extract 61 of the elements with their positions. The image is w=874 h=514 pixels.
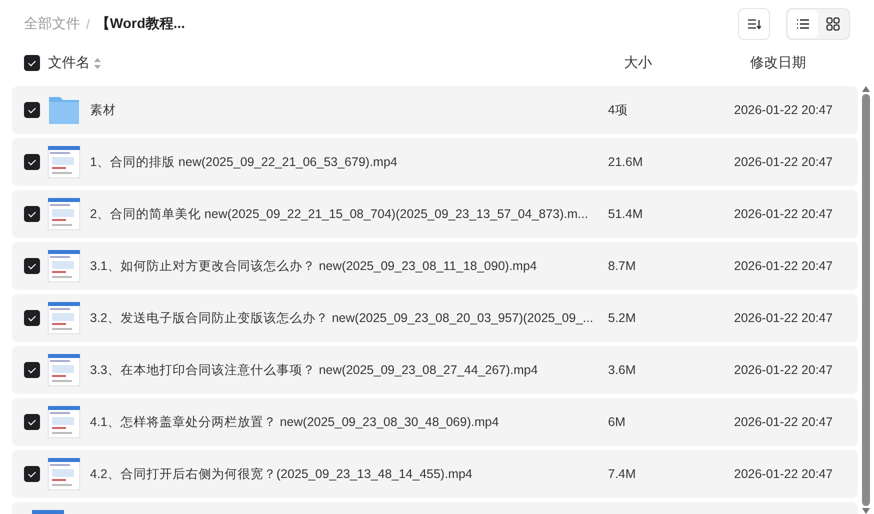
- file-name: 1、合同的排版 new(2025_09_22_21_06_53_679).mp4: [90, 154, 398, 170]
- file-name: 4.1、怎样将盖章处分两栏放置？ new(2025_09_23_08_30_48_069).mp4: [90, 414, 500, 430]
- row-checkbox[interactable]: [24, 362, 40, 378]
- row-checkbox[interactable]: [24, 258, 40, 274]
- row-checkbox[interactable]: [24, 154, 40, 170]
- modified-date: 2026-01-22 20:47: [734, 311, 834, 325]
- modified-date: 2026-01-22 20:47: [734, 103, 834, 117]
- file-row[interactable]: 3.1、如何防止对方更改合同该怎么办？ new(2025_09_23_08_11_18_090).mp4 8.7M 2026-01-22 20:47: [12, 242, 858, 290]
- folder-icon: [48, 95, 80, 125]
- modified-date: 2026-01-22 20:47: [734, 155, 834, 169]
- file-size: 3.6M: [608, 363, 637, 377]
- file-name: 3.3、在本地打印合同该注意什么事项？ new(2025_09_23_08_27_44_267).mp4: [90, 362, 539, 378]
- row-checkbox[interactable]: [24, 206, 40, 222]
- file-row[interactable]: 2、合同的简单美化 new(2025_09_22_21_15_08_704)(2025_09_23_13_57_04_873).m... 51.4M 2026-01-22 20:47: [12, 190, 858, 238]
- column-header[interactable]: 文件名: [48, 54, 90, 72]
- modified-date: 2026-01-22 20:47: [734, 415, 834, 429]
- row-checkbox[interactable]: [24, 102, 40, 118]
- file-size: 51.4M: [608, 207, 644, 221]
- file-row[interactable]: 素材 4项 2026-01-22 20:47: [12, 86, 858, 134]
- file-row[interactable]: 4.1、怎样将盖章处分两栏放置？ new(2025_09_23_08_30_48_069).mp4 6M 2026-01-22 20:47: [12, 398, 858, 446]
- column-header: 修改日期: [750, 54, 807, 72]
- current-folder: 【Word教程...: [96, 15, 186, 33]
- video-thumbnail: [48, 198, 80, 230]
- row-checkbox[interactable]: [24, 310, 40, 326]
- list-icon[interactable]: [796, 18, 810, 30]
- file-row[interactable]: 1、合同的排版 new(2025_09_22_21_06_53_679).mp4 21.6M 2026-01-22 20:47: [12, 138, 858, 186]
- sort-button[interactable]: [738, 8, 770, 40]
- video-thumbnail: [48, 354, 80, 386]
- scroll-down-icon[interactable]: [862, 508, 870, 514]
- file-row[interactable]: 3.3、在本地打印合同该注意什么事项？ new(2025_09_23_08_27_44_267).mp4 3.6M 2026-01-22 20:47: [12, 346, 858, 394]
- file-name: 3.1、如何防止对方更改合同该怎么办？ new(2025_09_23_08_11_18_090).mp4: [90, 258, 538, 274]
- row-checkbox[interactable]: [24, 414, 40, 430]
- modified-date: 2026-01-22 20:47: [734, 467, 834, 481]
- sort-icon[interactable]: [747, 18, 761, 30]
- video-thumbnail: [48, 146, 80, 178]
- file-size: 21.6M: [608, 155, 644, 169]
- file-name: 素材: [90, 102, 117, 118]
- video-thumbnail: [48, 250, 80, 282]
- select-all-checkbox[interactable]: [24, 55, 40, 71]
- modified-date: 2026-01-22 20:47: [734, 259, 834, 273]
- modified-date: 2026-01-22 20:47: [734, 207, 834, 221]
- file-size: 6M: [608, 415, 626, 429]
- file-name: 3.2、发送电子版合同防止变版该怎么办？ new(2025_09_23_08_20_03_957)(2025_09_...: [90, 310, 594, 326]
- row-checkbox[interactable]: [24, 466, 40, 482]
- video-thumbnail: [48, 458, 80, 490]
- file-size: 8.7M: [608, 259, 637, 273]
- video-thumbnail: [48, 302, 80, 334]
- file-size: 5.2M: [608, 311, 637, 325]
- scroll-up-icon[interactable]: [862, 86, 870, 92]
- file-row[interactable]: 4.2、合同打开后右侧为何很宽？(2025_09_23_13_48_14_455).mp4 7.4M 2026-01-22 20:47: [12, 450, 858, 498]
- file-name: 4.2、合同打开后右侧为何很宽？(2025_09_23_13_48_14_455).mp4: [90, 466, 474, 482]
- grid-icon[interactable]: [826, 17, 840, 31]
- file-name: 2、合同的简单美化 new(2025_09_22_21_15_08_704)(2025_09_23_13_57_04_873).m...: [90, 206, 590, 222]
- list-view-button[interactable]: [788, 10, 818, 38]
- breadcrumb-separator: /: [86, 16, 90, 32]
- file-row[interactable]: 3.2、发送电子版合同防止变版该怎么办？ new(2025_09_23_08_20_03_957)(2025_09_... 5.2M 2026-01-22 20:47: [12, 294, 858, 342]
- modified-date: 2026-01-22 20:47: [734, 363, 834, 377]
- video-thumbnail: [48, 406, 80, 438]
- file-size: 7.4M: [608, 467, 637, 481]
- column-header: 大小: [624, 54, 653, 72]
- file-size: 4项: [608, 102, 629, 118]
